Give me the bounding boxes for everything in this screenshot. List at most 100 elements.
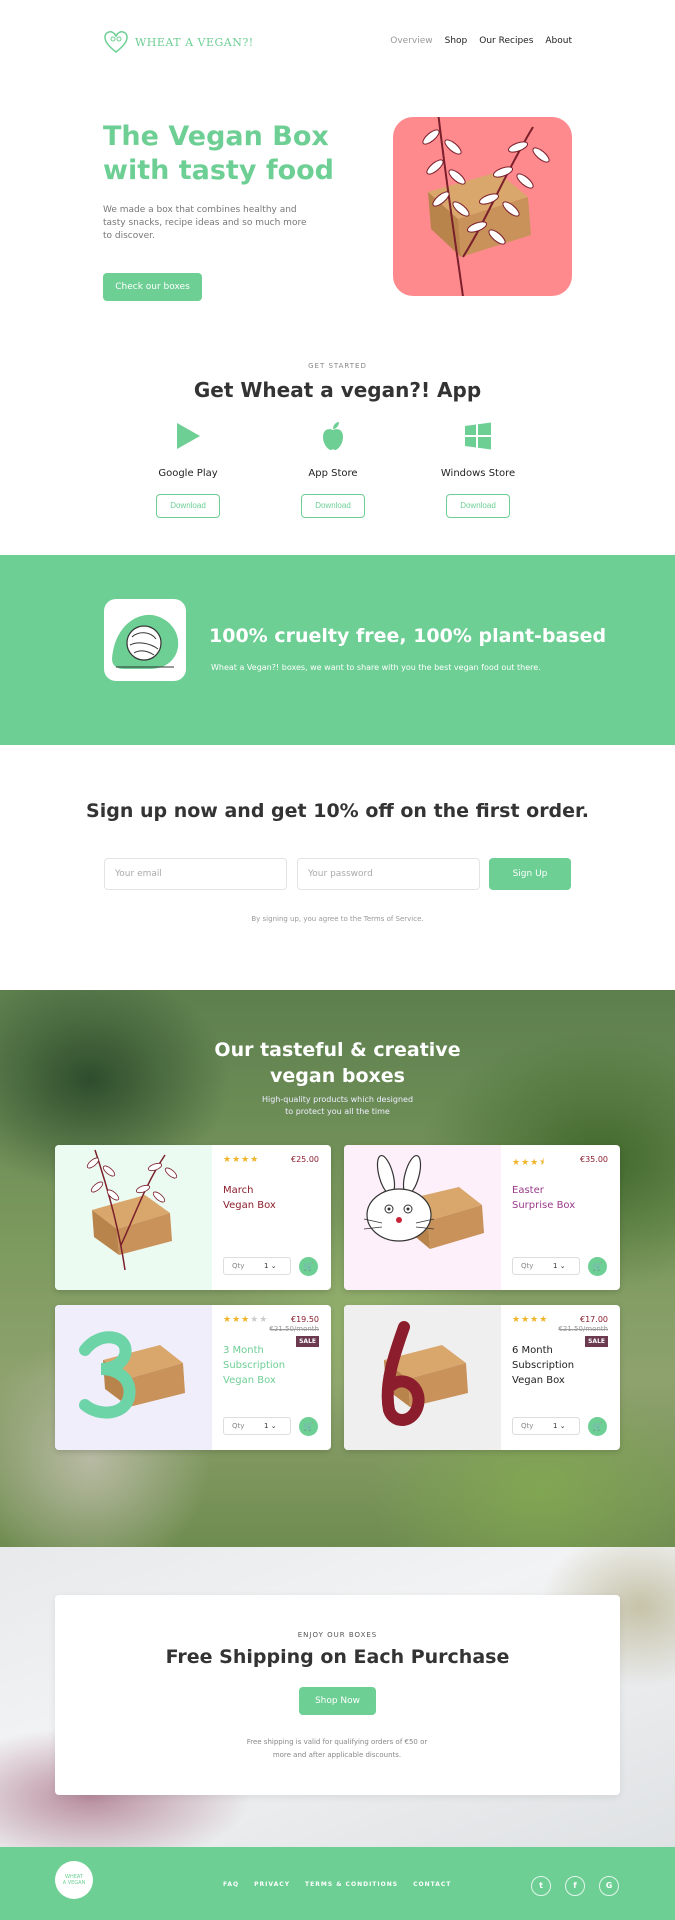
add-to-cart-icon[interactable]: 🛒 [588, 1257, 607, 1276]
price-value: €19.50 [291, 1315, 319, 1324]
footer-logo[interactable]: WHEAT A VEGAN [55, 1861, 93, 1899]
product-name-line2: Subscription [223, 1360, 286, 1371]
apple-icon [263, 420, 403, 452]
app-eyebrow: GET STARTED [308, 362, 367, 370]
logo-text: WHEAT A VEGAN?! [135, 35, 254, 49]
qty-select[interactable]: Qty 1 ⌄ [223, 1417, 291, 1435]
product-name-line1: Easter [512, 1185, 544, 1196]
hero-title: The Vegan Box with tasty food [103, 121, 335, 186]
nav-our-recipes[interactable]: Our Recipes [479, 36, 533, 46]
rating-stars: ★★★★ [223, 1155, 260, 1165]
add-to-cart-icon[interactable]: 🛒 [299, 1417, 318, 1436]
add-to-cart-icon[interactable]: 🛒 [588, 1417, 607, 1436]
rating-stars: ★★★⯨ [512, 1158, 545, 1168]
download-windows-store-button[interactable]: Download [446, 494, 510, 518]
terms-note: By signing up, you agree to the Terms of… [251, 915, 424, 923]
shipping-card: ENJOY OUR BOXES Free Shipping on Each Pu… [55, 1595, 620, 1795]
shipping-note-line1: Free shipping is valid for qualifying or… [246, 1738, 428, 1746]
product-name-line3: Vegan Box [223, 1375, 276, 1386]
google-icon[interactable]: G [599, 1876, 619, 1896]
boxes-title-line1: Our tasteful & creative [214, 1039, 461, 1061]
product-image [344, 1145, 501, 1290]
product-name: March Vegan Box [223, 1183, 323, 1213]
product-image [55, 1305, 212, 1450]
check-boxes-button[interactable]: Check our boxes [103, 273, 202, 301]
qty-select[interactable]: Qty 1 ⌄ [223, 1257, 291, 1275]
plant-based-banner: 100% cruelty free, 100% plant-based Whea… [0, 555, 675, 745]
sign-up-button[interactable]: Sign Up [489, 858, 571, 890]
qty-select[interactable]: Qty 1 ⌄ [512, 1257, 580, 1275]
download-google-play-button[interactable]: Download [156, 494, 220, 518]
product-image [344, 1305, 501, 1450]
footer-link-terms[interactable]: TERMS & CONDITIONS [305, 1881, 398, 1888]
hero-illustration [393, 117, 572, 296]
boxes-subtitle: High-quality products which designed to … [0, 1094, 675, 1118]
store-name: App Store [308, 468, 358, 479]
qty-number: 1 [553, 1422, 558, 1430]
heart-logo-icon [104, 31, 128, 53]
product-card-6-month[interactable]: ★★★★ €17.00 €21.50/month SALE 6 Month Su… [344, 1305, 620, 1450]
banner-logo [104, 599, 186, 681]
boxes-title-line2: vegan boxes [270, 1065, 405, 1087]
shipping-section: ENJOY OUR BOXES Free Shipping on Each Pu… [0, 1547, 675, 1847]
twitter-icon[interactable]: t [531, 1876, 551, 1896]
box-with-wheat-illustration [422, 117, 550, 296]
product-name-line1: 6 Month [512, 1345, 553, 1356]
qty-label: Qty [521, 1262, 534, 1270]
app-section-title: Get Wheat a vegan?! App [193, 378, 482, 402]
price-value: €17.00 [580, 1315, 608, 1324]
qty-number: 1 [553, 1262, 558, 1270]
boxes-section: Our tasteful & creative vegan boxes High… [0, 990, 675, 1547]
banner-text: Wheat a Vegan?! boxes, we want to share … [211, 663, 541, 672]
qty-label: Qty [521, 1422, 534, 1430]
footer-link-faq[interactable]: FAQ [223, 1881, 239, 1888]
footer-links: FAQ PRIVACY TERMS & CONDITIONS CONTACT [223, 1881, 451, 1888]
rating-stars: ★★★★ [512, 1315, 549, 1325]
shipping-eyebrow: ENJOY OUR BOXES [297, 1631, 378, 1639]
product-name: Easter Surprise Box [512, 1183, 612, 1213]
play-icon [118, 420, 258, 452]
footer-link-contact[interactable]: CONTACT [413, 1881, 451, 1888]
nav-about[interactable]: About [545, 36, 572, 46]
qty-value: 1 ⌄ [553, 1262, 566, 1270]
shop-now-button[interactable]: Shop Now [299, 1687, 376, 1715]
qty-value: 1 ⌄ [264, 1262, 277, 1270]
password-input[interactable]: Your password [297, 858, 480, 890]
product-image [55, 1145, 212, 1290]
qty-label: Qty [232, 1262, 245, 1270]
store-google-play: Google Play Download [118, 420, 258, 518]
windows-icon [408, 420, 548, 452]
boxes-subtitle-line1: High-quality products which designed [261, 1095, 414, 1104]
email-input[interactable]: Your email [104, 858, 287, 890]
qty-label: Qty [232, 1422, 245, 1430]
product-card-3-month[interactable]: ★★★★★ €19.50 €21.50/month SALE 3 Month S… [55, 1305, 331, 1450]
footer-link-privacy[interactable]: PRIVACY [254, 1881, 290, 1888]
product-name-line3: Vegan Box [512, 1375, 565, 1386]
boxes-subtitle-line2: to protect you all the time [285, 1107, 390, 1116]
old-price: €21.50/month [558, 1325, 608, 1333]
product-name-line2: Subscription [512, 1360, 575, 1371]
product-card-march[interactable]: ★★★★ €25.00 March Vegan Box Qty 1 ⌄ 🛒 [55, 1145, 331, 1290]
hero-description: We made a box that combines healthy and … [103, 205, 307, 241]
product-card-easter[interactable]: ★★★⯨ €35.00 Easter Surprise Box Qty 1 ⌄ 🛒 [344, 1145, 620, 1290]
boxes-title: Our tasteful & creative vegan boxes [0, 1037, 675, 1089]
nav-overview[interactable]: Overview [390, 36, 432, 46]
product-name: 3 Month Subscription Vegan Box [223, 1343, 323, 1388]
product-name-line1: March [223, 1185, 254, 1196]
qty-number: 1 [264, 1262, 269, 1270]
add-to-cart-icon[interactable]: 🛒 [299, 1257, 318, 1276]
site-logo[interactable]: WHEAT A VEGAN?! [103, 30, 254, 54]
product-name-line1: 3 Month [223, 1345, 264, 1356]
nav-shop[interactable]: Shop [445, 36, 468, 46]
qty-value: 1 ⌄ [264, 1422, 277, 1430]
qty-select[interactable]: Qty 1 ⌄ [512, 1417, 580, 1435]
main-nav: Overview Shop Our Recipes About [390, 36, 572, 46]
shipping-title: Free Shipping on Each Purchase [165, 1646, 510, 1668]
product-name: 6 Month Subscription Vegan Box [512, 1343, 612, 1388]
facebook-icon[interactable]: f [565, 1876, 585, 1896]
download-app-store-button[interactable]: Download [301, 494, 365, 518]
footer-logo-line2: A VEGAN [62, 1880, 86, 1886]
product-name-line2: Surprise Box [512, 1200, 576, 1211]
store-name: Google Play [158, 468, 218, 479]
store-app-store: App Store Download [263, 420, 403, 518]
